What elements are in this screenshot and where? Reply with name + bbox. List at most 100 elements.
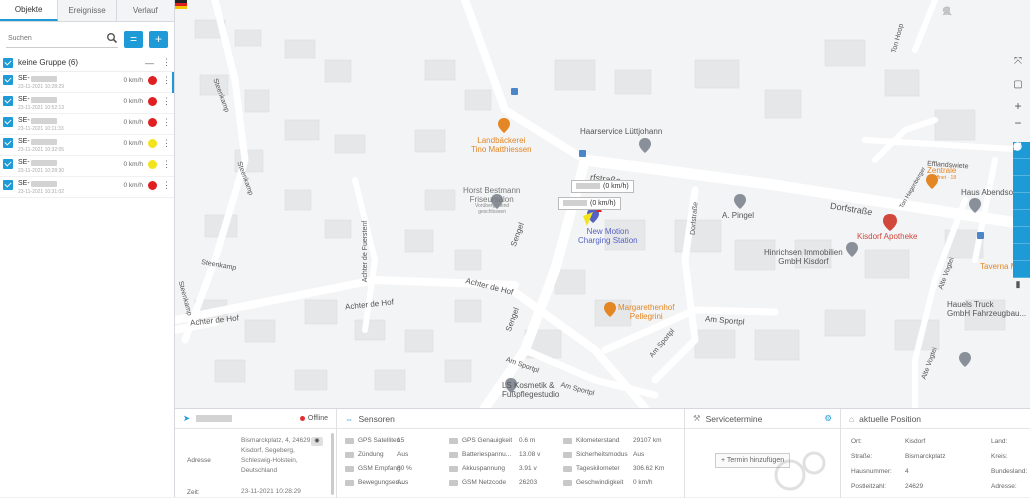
position-label: Straße: <box>851 453 873 460</box>
filter-button[interactable]: = <box>124 30 143 48</box>
service-header: ⚒ Servicetermine ⚙ <box>685 409 840 429</box>
tab-verlauf[interactable]: Verlauf <box>117 0 174 21</box>
vehicle-menu-icon[interactable]: ⋮ <box>162 159 171 170</box>
zoom-in-button[interactable]: + <box>1012 100 1024 112</box>
vehicle-checkbox[interactable] <box>3 117 13 127</box>
rail-rocket-icon[interactable] <box>1013 143 1030 278</box>
search-input[interactable] <box>6 30 118 46</box>
rail-route-icon[interactable] <box>1013 142 1030 176</box>
vehicle-list-item[interactable]: SE- 23-11-2021 10:28:30 0 km/h ⋮ <box>0 156 174 177</box>
sensor-icon <box>345 465 354 472</box>
vehicle-list-item[interactable]: SE- 23-11-2021 10:32:05 0 km/h ⋮ <box>0 135 174 156</box>
sensor-value: 306.62 Km <box>633 465 665 472</box>
vehicle-menu-icon[interactable]: ⋮ <box>162 117 171 128</box>
rail-filter-icon[interactable] <box>1013 143 1030 210</box>
position-label: Ort: <box>851 438 862 445</box>
wrench-icon: ⚒ <box>693 413 701 423</box>
vehicle-checkbox[interactable] <box>3 96 13 106</box>
poi-landbaeckerei[interactable]: Landbäckerei Tino Matthiessen <box>471 136 532 154</box>
sensor-icon <box>563 465 572 472</box>
sensor-value: Aus <box>633 451 645 458</box>
poi-haus-abendsonne[interactable]: Haus Abendso <box>961 188 1013 197</box>
poi-a-pingel[interactable]: A. Pingel <box>722 211 754 220</box>
sensor-value: 0 km/h <box>633 479 653 486</box>
sensors-panel: ⇔ Sensoren GPS Satelliten 15 GPS Genauigke… <box>337 409 685 498</box>
vehicle-info: SE- 23-11-2021 10:52:13 <box>18 96 123 111</box>
rail-document-icon[interactable] <box>1013 143 1030 227</box>
map-view[interactable]: rfstraße Dorfstraße Achter de Hof Achter… <box>175 0 1030 408</box>
vehicle-menu-icon[interactable]: ⋮ <box>162 180 171 191</box>
poi-haarservice[interactable]: Haarservice Lüttjohann <box>580 127 662 136</box>
group-row[interactable]: keine Gruppe (6) — ⋮ <box>0 54 174 72</box>
show-address-icon[interactable]: ◉ <box>311 437 323 446</box>
sensor-icon <box>449 437 458 444</box>
vehicle-tooltip[interactable]: (0 km/h) <box>558 197 621 210</box>
status-scrollbar[interactable] <box>331 433 334 495</box>
vehicle-speed: 0 km/h <box>123 161 143 168</box>
vehicle-tooltip[interactable]: (0 km/h) <box>571 180 634 193</box>
poi-kisdorf-apotheke[interactable]: Kisdorf Apotheke <box>857 232 917 241</box>
vehicle-list-item[interactable]: SE- 23-11-2021 10:31:02 0 km/h ⋮ <box>0 177 174 198</box>
map-layers-icon[interactable]: ▢ <box>1012 79 1024 91</box>
position-label: Postleitzahl: <box>851 483 887 490</box>
sensor-icon <box>449 465 458 472</box>
tab-objekte[interactable]: Objekte <box>0 0 59 21</box>
poi-hauels[interactable]: Hauels Truck GmbH Fahrzeugbau... <box>947 300 1026 318</box>
vehicle-name: SE- <box>18 138 123 145</box>
poi-ls-kosmetik[interactable]: LS Kosmetik & Fußpflegestudio <box>502 381 559 399</box>
rail-pin-icon[interactable] <box>1013 143 1030 244</box>
sidebar-tabs: Objekte Ereignisse Verlauf <box>0 0 174 22</box>
position-value: 24629 <box>905 483 924 490</box>
rail-navigate-icon[interactable] <box>1013 143 1030 193</box>
poi-new-motion[interactable]: New Motion Charging Station <box>578 227 638 245</box>
rail-sound-icon[interactable] <box>1013 143 1030 261</box>
poi-zentrale[interactable]: Zentrale <box>927 166 956 175</box>
vehicle-name: SE- <box>18 180 123 187</box>
sensor-icon <box>449 479 458 486</box>
vehicle-list-item[interactable]: SE- 23-11-2021 10:28:29 0 km/h ⋮ <box>0 72 174 93</box>
language-flag-icon[interactable] <box>175 0 187 9</box>
vehicle-checkbox[interactable] <box>3 138 13 148</box>
poi-margarethenhof[interactable]: Margarethenhof Pellegrini <box>618 303 674 321</box>
vehicle-menu-icon[interactable]: ⋮ <box>162 96 171 107</box>
group-menu-icon[interactable]: ⋮ <box>162 57 171 68</box>
vehicle-speed: 0 km/h <box>123 182 143 189</box>
vehicle-checkbox[interactable] <box>3 159 13 169</box>
add-object-button[interactable]: + <box>149 30 168 48</box>
zoom-out-button[interactable]: − <box>1012 117 1024 129</box>
sensor-icon <box>345 479 354 486</box>
poi-hinrichsen[interactable]: Hinrichsen Immobilien GmbH Kisdorf <box>764 248 843 266</box>
vehicle-menu-icon[interactable]: ⋮ <box>162 75 171 86</box>
traffic-light-icon[interactable]: ▮ <box>1012 278 1024 290</box>
service-settings-icon[interactable]: ⚙ <box>824 413 832 424</box>
search-icon[interactable] <box>106 32 118 44</box>
vehicle-name-redacted <box>30 159 57 166</box>
vehicle-info: SE- 23-11-2021 10:31:02 <box>18 180 123 195</box>
document-icon[interactable] <box>944 6 976 16</box>
group-checkbox[interactable] <box>3 57 13 68</box>
group-collapse-button[interactable]: — <box>145 58 154 68</box>
user-icon[interactable] <box>942 6 1000 16</box>
poi-taverna[interactable]: Taverna M <box>980 262 1017 271</box>
vehicle-name-redacted <box>30 138 57 145</box>
service-title: Servicetermine <box>705 413 763 424</box>
vehicle-menu-icon[interactable]: ⋮ <box>162 138 171 149</box>
service-panel: ⚒ Servicetermine ⚙ + Termin hinzufügen <box>685 409 841 498</box>
sensor-label: Akkuspannung <box>449 465 505 472</box>
poi-horst-bestmann[interactable]: Horst Bestmann Friseursalon <box>463 186 520 204</box>
sensor-label: GPS Satelliten <box>345 437 400 444</box>
address-label: Adresse <box>187 457 211 464</box>
sensor-label: GSM Netzcode <box>449 479 506 486</box>
vehicle-status-header: ➤ Offline <box>175 409 336 429</box>
sensor-value: 80 % <box>397 465 412 472</box>
fullscreen-icon[interactable]: ⤧ <box>1012 56 1024 68</box>
vehicle-list-item[interactable]: SE- 23-11-2021 10:11:33 0 km/h ⋮ <box>0 114 174 135</box>
vehicle-list-item[interactable]: SE- 23-11-2021 10:52:13 0 km/h ⋮ <box>0 93 174 114</box>
vehicle-status-panel: ➤ Offline Adresse Bismarckplatz, 4, 2462… <box>175 409 337 498</box>
vehicle-checkbox[interactable] <box>3 75 13 85</box>
vehicle-status-dot <box>148 160 157 169</box>
tab-ereignisse[interactable]: Ereignisse <box>58 0 117 21</box>
vehicle-checkbox[interactable] <box>3 180 13 190</box>
vehicle-timestamp: 23-11-2021 10:52:13 <box>18 105 65 111</box>
street-label: Achter de Fuerstenf <box>362 220 370 283</box>
